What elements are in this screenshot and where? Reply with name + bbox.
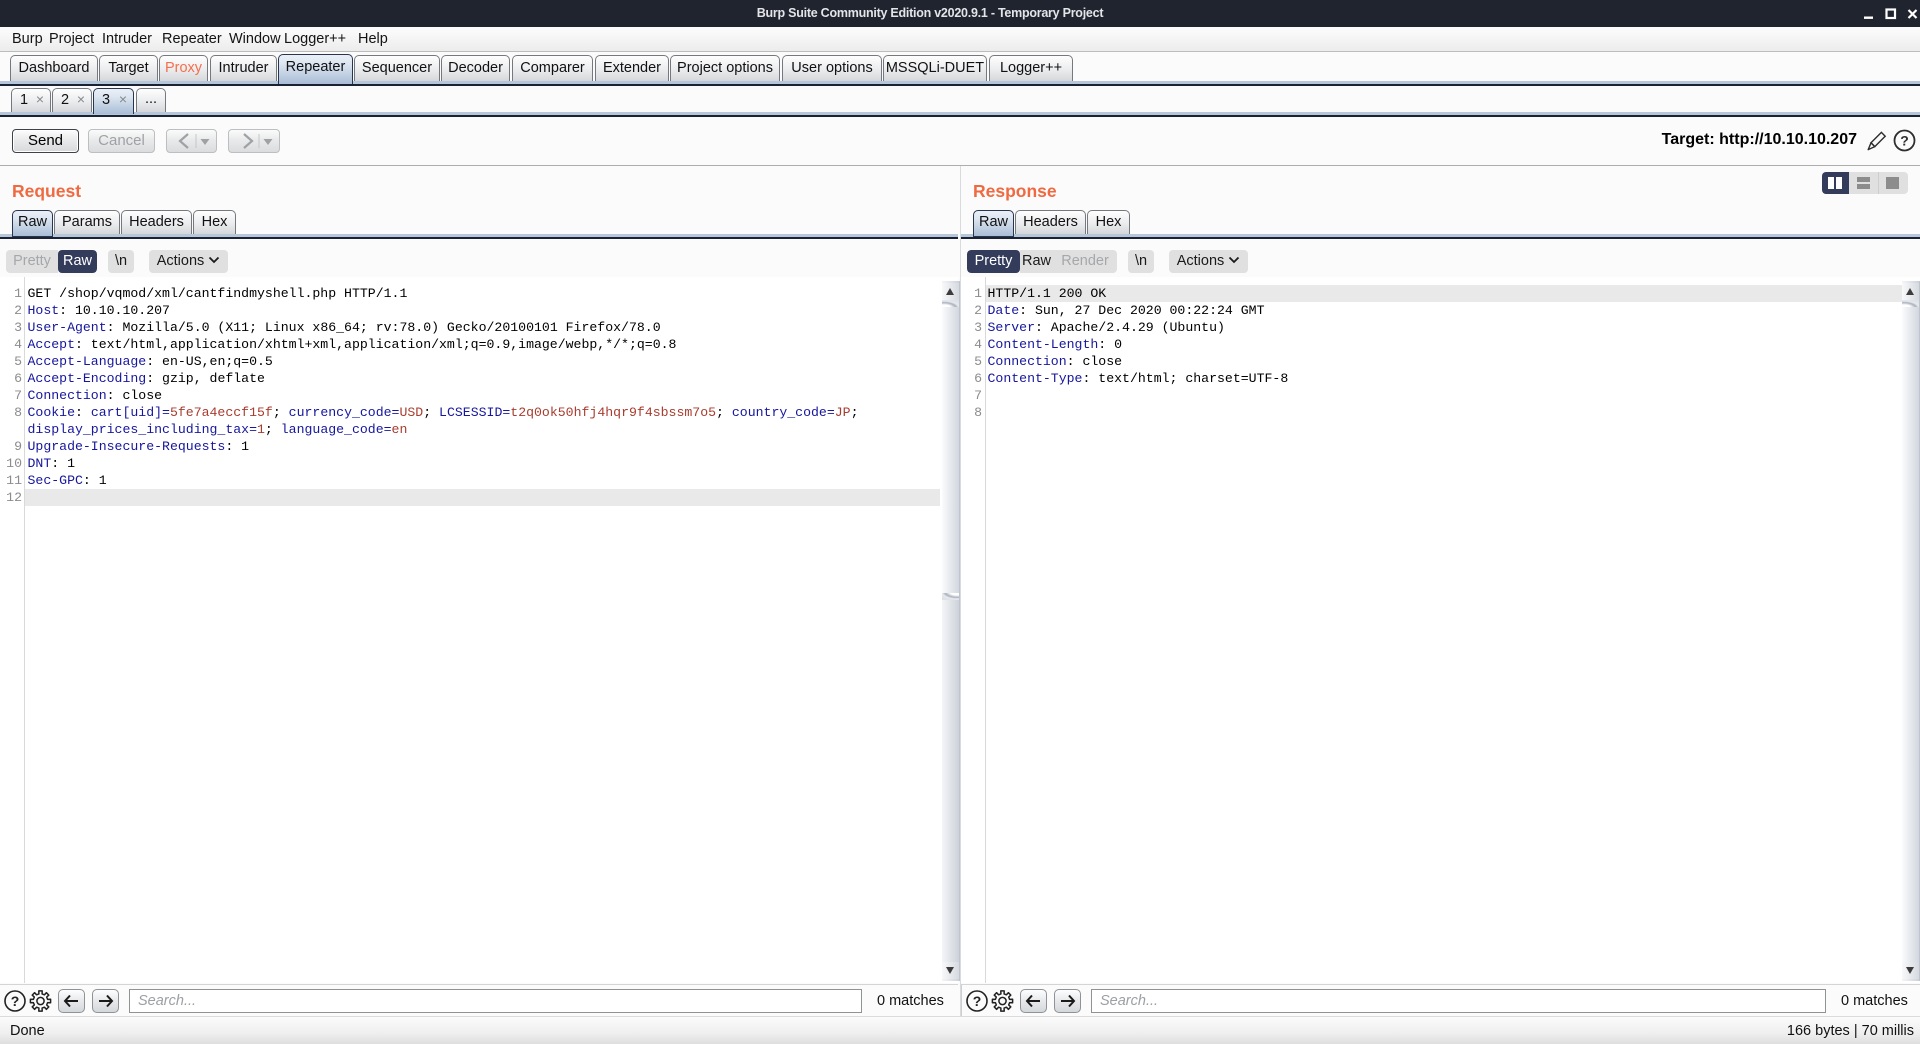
svg-text:?: ? xyxy=(973,993,982,1009)
svg-text:?: ? xyxy=(11,993,20,1009)
svg-text:?: ? xyxy=(1900,133,1909,149)
